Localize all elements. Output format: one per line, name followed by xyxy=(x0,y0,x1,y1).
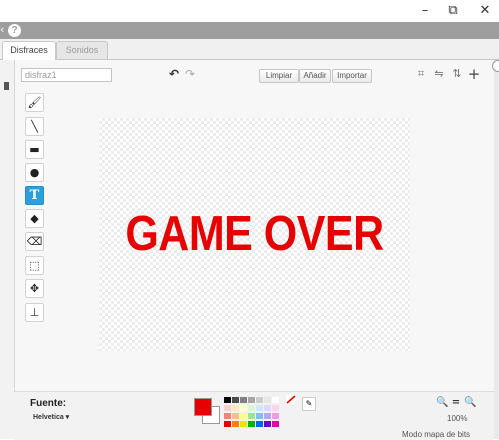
ellipse-tool-icon[interactable]: ● xyxy=(25,163,44,182)
right-edge-handle[interactable] xyxy=(492,60,499,72)
palette-color-cell[interactable] xyxy=(232,421,239,427)
undo-icon[interactable]: ↶ xyxy=(167,67,181,81)
font-dropdown[interactable]: Helvetica ▾ xyxy=(33,413,69,421)
palette-color-cell[interactable] xyxy=(256,413,263,419)
minimize-button[interactable]: – xyxy=(414,2,436,20)
line-tool-icon[interactable]: ╲ xyxy=(25,117,44,136)
stamp-tool-icon[interactable]: ⊥ xyxy=(25,303,44,322)
palette-color-cell[interactable] xyxy=(232,413,239,419)
window-title-bar: – ⧉ ✕ xyxy=(0,0,499,22)
gutter-handle[interactable] xyxy=(4,82,9,90)
palette-color-cell[interactable] xyxy=(272,405,279,411)
palette-color-cell[interactable] xyxy=(240,421,247,427)
palette-color-cell[interactable] xyxy=(264,421,271,427)
bitmap-mode-label: Modo mapa de bits xyxy=(402,430,471,439)
palette-color-cell[interactable] xyxy=(248,405,255,411)
drawing-canvas[interactable]: GAME OVER xyxy=(99,118,410,351)
fill-tool-icon[interactable]: ◆ xyxy=(25,209,44,228)
palette-color-cell[interactable] xyxy=(248,397,255,403)
palette-color-cell[interactable] xyxy=(264,397,271,403)
brush-tool-icon[interactable]: 🖌 xyxy=(25,93,44,112)
tab-costumes[interactable]: Disfraces xyxy=(2,41,56,60)
crop-icon[interactable]: ⌗ xyxy=(414,67,428,81)
costume-name-input[interactable]: disfraz1 xyxy=(21,68,112,82)
palette-color-cell[interactable] xyxy=(240,397,247,403)
flip-vertical-icon[interactable]: ⇅ xyxy=(450,67,464,81)
font-label: Fuente: xyxy=(30,398,67,409)
zoom-out-icon[interactable]: 🔍 xyxy=(436,397,448,408)
palette-color-cell[interactable] xyxy=(224,397,231,403)
restore-button[interactable]: ⧉ xyxy=(442,2,464,20)
palette-color-cell[interactable] xyxy=(256,397,263,403)
palette-color-cell[interactable] xyxy=(264,413,271,419)
zoom-in-icon[interactable]: 🔍 xyxy=(464,397,476,408)
back-chevron-icon[interactable]: ‹ xyxy=(0,23,4,36)
select-tool-icon[interactable]: ⬚ xyxy=(25,256,44,275)
zoom-level: 100% xyxy=(447,414,468,423)
app-strip: ‹ ? xyxy=(0,22,499,39)
set-center-icon[interactable]: + xyxy=(467,67,481,82)
palette-color-cell[interactable] xyxy=(256,421,263,427)
palette-color-cell[interactable] xyxy=(272,413,279,419)
redo-icon[interactable]: ↷ xyxy=(183,67,197,81)
palette-color-cell[interactable] xyxy=(232,397,239,403)
palette-color-cell[interactable] xyxy=(224,413,231,419)
palette-color-cell[interactable] xyxy=(248,421,255,427)
palette-color-cell[interactable] xyxy=(256,405,263,411)
palette-color-cell[interactable] xyxy=(232,405,239,411)
left-gutter xyxy=(0,60,14,439)
help-icon[interactable]: ? xyxy=(8,24,21,37)
palette-color-cell[interactable] xyxy=(264,405,271,411)
palette-color-cell[interactable] xyxy=(272,397,279,403)
palette-color-cell[interactable] xyxy=(272,421,279,427)
flip-horizontal-icon[interactable]: ⇋ xyxy=(432,67,446,81)
transparent-color-swatch[interactable] xyxy=(286,395,296,404)
palette-color-cell[interactable] xyxy=(248,413,255,419)
tab-sounds[interactable]: Sonidos xyxy=(56,41,108,59)
clear-button[interactable]: Limpiar xyxy=(259,69,299,83)
palette-color-cell[interactable] xyxy=(224,405,231,411)
eraser-tool-icon[interactable]: ⌫ xyxy=(25,232,44,251)
close-button[interactable]: ✕ xyxy=(474,2,496,20)
add-button[interactable]: Añadir xyxy=(299,69,331,83)
primary-color-swatch[interactable] xyxy=(194,398,212,416)
palette-color-cell[interactable] xyxy=(240,413,247,419)
canvas-text: GAME OVER xyxy=(125,206,384,262)
right-scrollbar[interactable] xyxy=(494,60,499,439)
text-tool-icon[interactable]: T xyxy=(25,186,44,205)
eyedropper-icon[interactable]: ✎ xyxy=(302,397,316,411)
palette-color-cell[interactable] xyxy=(240,405,247,411)
rectangle-tool-icon[interactable]: ▬ xyxy=(25,140,44,159)
import-button[interactable]: Importar xyxy=(332,69,372,83)
palette-color-cell[interactable] xyxy=(224,421,231,427)
select-remove-background-icon[interactable]: ✥ xyxy=(25,279,44,298)
zoom-reset-icon[interactable]: = xyxy=(450,397,462,408)
tabs-row: Disfraces Sonidos xyxy=(0,39,499,60)
